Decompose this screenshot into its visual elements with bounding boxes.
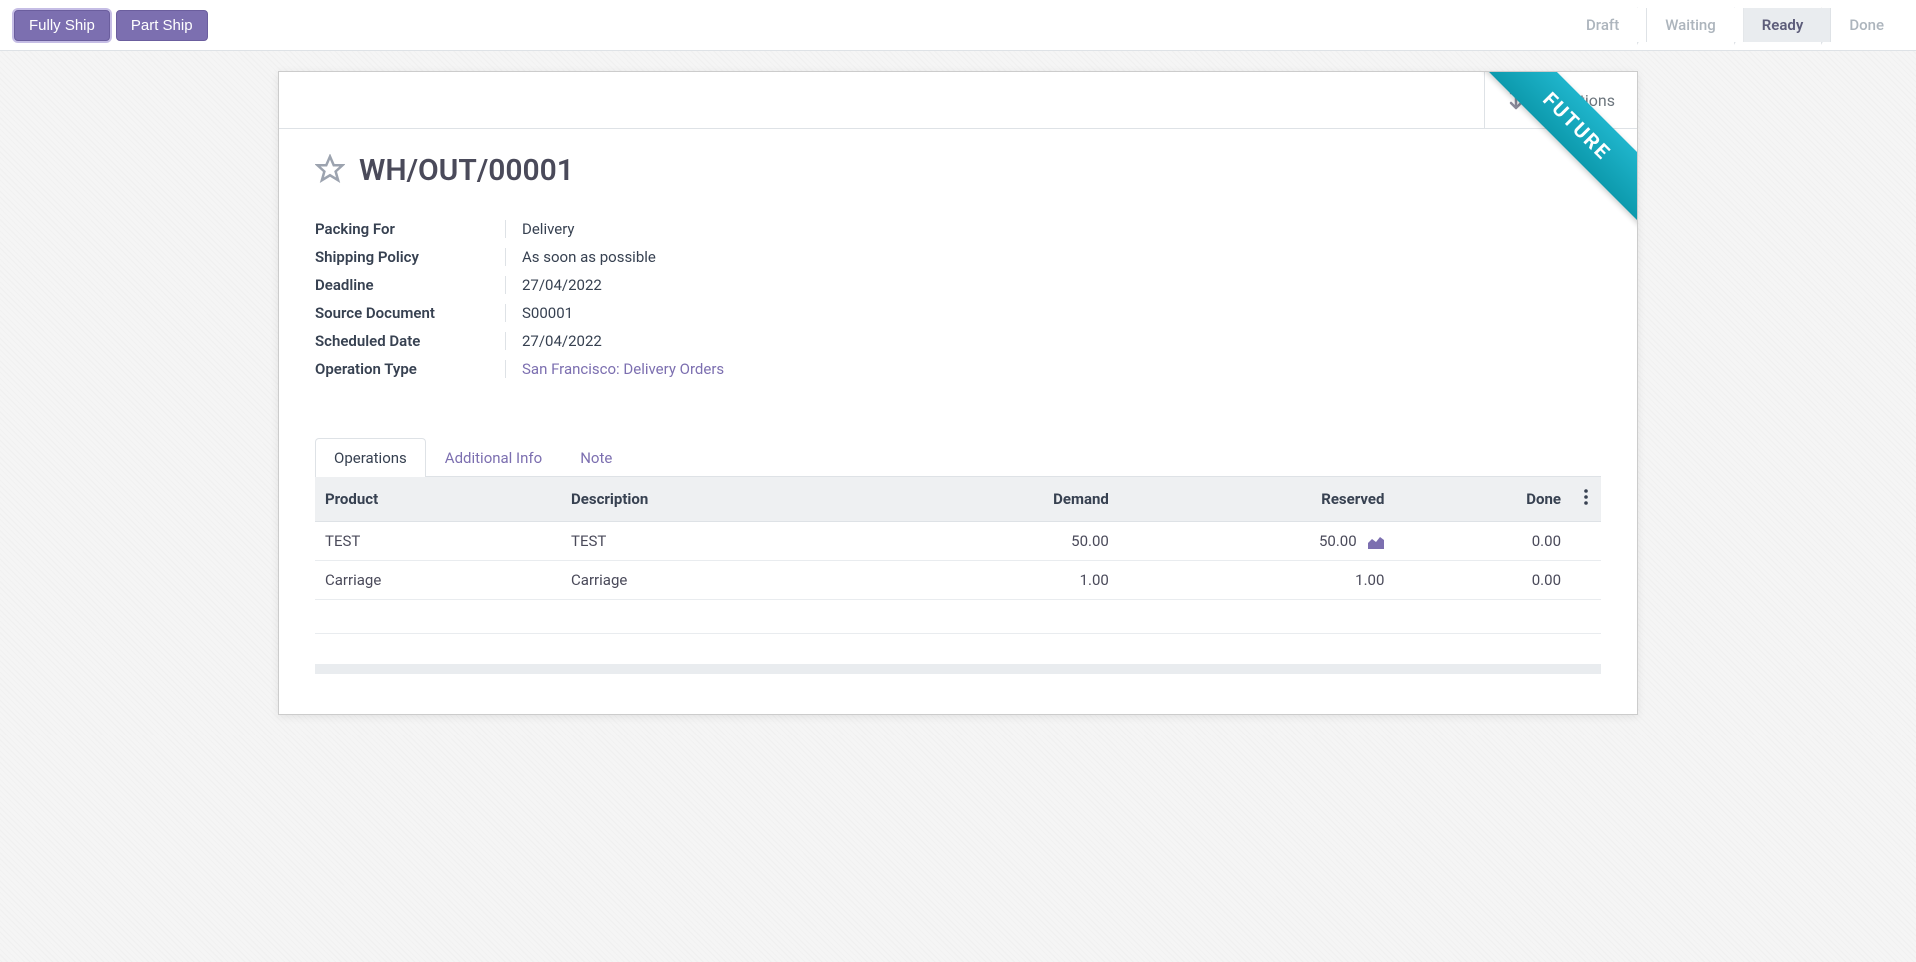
- status-step-ready[interactable]: Ready: [1734, 8, 1822, 42]
- cell-description: TEST: [561, 522, 875, 561]
- col-demand[interactable]: Demand: [875, 477, 1119, 522]
- status-step-done[interactable]: Done: [1821, 8, 1902, 42]
- tab-operations[interactable]: Operations: [315, 438, 426, 477]
- col-menu[interactable]: [1571, 477, 1601, 522]
- scheduled-date-label: Scheduled Date: [315, 332, 505, 350]
- table-header-row: Product Description Demand Reserved Done: [315, 477, 1601, 522]
- main-container: Operations FUTURE WH/OUT/00001 Packing F…: [258, 71, 1658, 715]
- record-title: WH/OUT/00001: [359, 153, 574, 188]
- operations-table: Product Description Demand Reserved Done: [315, 477, 1601, 634]
- deadline-label: Deadline: [315, 276, 505, 294]
- col-description[interactable]: Description: [561, 477, 875, 522]
- cell-description: Carriage: [561, 561, 875, 600]
- cell-done: 0.00: [1394, 522, 1571, 561]
- cell-reserved: 1.00: [1119, 561, 1395, 600]
- action-toolbar: Fully Ship Part Ship Draft Waiting Ready…: [0, 0, 1916, 51]
- cell-product: Carriage: [315, 561, 561, 600]
- part-ship-button[interactable]: Part Ship: [116, 10, 208, 41]
- sheet-content: WH/OUT/00001 Packing For Delivery Shippi…: [279, 129, 1637, 714]
- kebab-icon: [1584, 491, 1588, 509]
- source-document-value: S00001: [505, 304, 1015, 322]
- source-document-label: Source Document: [315, 304, 505, 322]
- form-sheet: Operations FUTURE WH/OUT/00001 Packing F…: [278, 71, 1638, 715]
- col-product[interactable]: Product: [315, 477, 561, 522]
- cell-demand: 50.00: [875, 522, 1119, 561]
- table-row[interactable]: Carriage Carriage 1.00 1.00 0.00: [315, 561, 1601, 600]
- favorite-star-icon[interactable]: [315, 154, 345, 188]
- field-grid: Packing For Delivery Shipping Policy As …: [315, 220, 1015, 378]
- cell-done: 0.00: [1394, 561, 1571, 600]
- operation-type-label: Operation Type: [315, 360, 505, 378]
- toolbar-left: Fully Ship Part Ship: [14, 10, 208, 41]
- deadline-value: 27/04/2022: [505, 276, 1015, 294]
- table-row[interactable]: TEST TEST 50.00 50.00 0.00: [315, 522, 1601, 561]
- add-line-row[interactable]: [315, 600, 1601, 634]
- scheduled-date-value: 27/04/2022: [505, 332, 1015, 350]
- table-body: TEST TEST 50.00 50.00 0.00 Car: [315, 522, 1601, 634]
- col-done[interactable]: Done: [1394, 477, 1571, 522]
- status-bar: Draft Waiting Ready Done: [1568, 8, 1902, 42]
- cell-product: TEST: [315, 522, 561, 561]
- col-reserved[interactable]: Reserved: [1119, 477, 1395, 522]
- tab-note[interactable]: Note: [561, 438, 631, 477]
- cell-reserved: 50.00: [1119, 522, 1395, 561]
- shipping-policy-value: As soon as possible: [505, 248, 1015, 266]
- button-box: Operations: [279, 72, 1637, 129]
- packing-for-label: Packing For: [315, 220, 505, 238]
- fully-ship-button[interactable]: Fully Ship: [14, 10, 110, 41]
- packing-for-value: Delivery: [505, 220, 1015, 238]
- title-row: WH/OUT/00001: [315, 153, 1601, 188]
- shipping-policy-label: Shipping Policy: [315, 248, 505, 266]
- operation-type-link[interactable]: San Francisco: Delivery Orders: [505, 360, 1015, 378]
- footer-scrollbar[interactable]: [315, 664, 1601, 674]
- tabs: Operations Additional Info Note: [315, 438, 1601, 477]
- status-step-draft[interactable]: Draft: [1568, 8, 1637, 42]
- status-step-waiting[interactable]: Waiting: [1637, 8, 1734, 42]
- tab-additional-info[interactable]: Additional Info: [426, 438, 561, 477]
- forecast-chart-icon[interactable]: [1368, 535, 1384, 549]
- cell-demand: 1.00: [875, 561, 1119, 600]
